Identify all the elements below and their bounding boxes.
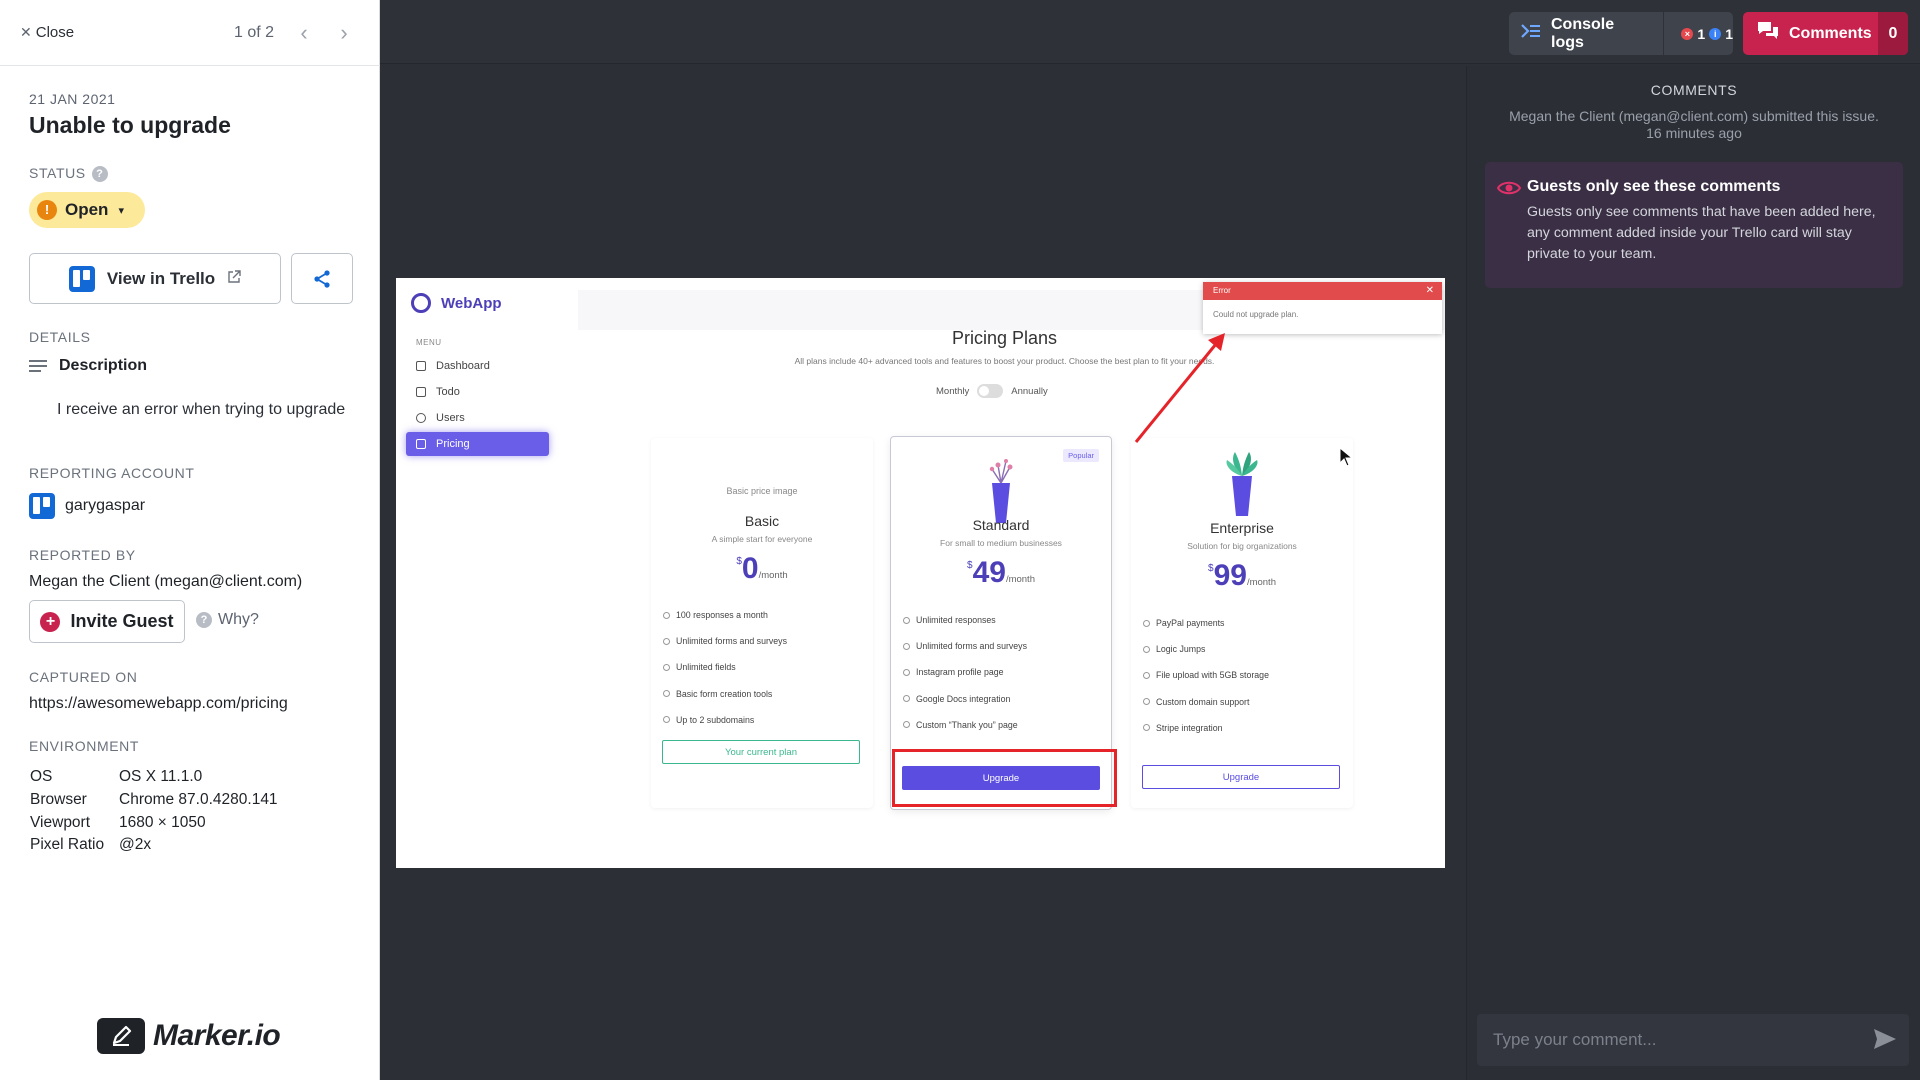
description-header: Description bbox=[29, 357, 147, 375]
guest-notice: Guests only see these comments Guests on… bbox=[1485, 162, 1903, 288]
env-key: OS bbox=[30, 768, 119, 786]
status-dropdown[interactable]: ! Open ▾ bbox=[29, 192, 145, 228]
close-icon: ✕ bbox=[20, 24, 32, 41]
comments-button[interactable]: Comments 0 bbox=[1743, 12, 1908, 55]
info-icon: i bbox=[1709, 28, 1721, 40]
chevron-left-icon[interactable]: ‹ bbox=[292, 20, 316, 46]
env-value: OS X 11.1.0 bbox=[119, 768, 202, 786]
close-label: Close bbox=[36, 24, 74, 41]
reported-by-label: REPORTED BY bbox=[29, 547, 136, 563]
brand-name: Marker.io bbox=[153, 1019, 280, 1053]
description-body: I receive an error when trying to upgrad… bbox=[57, 401, 345, 419]
chevron-down-icon: ▾ bbox=[118, 204, 124, 217]
reporting-account-name: garygaspar bbox=[65, 497, 145, 515]
error-icon: × bbox=[1681, 28, 1693, 40]
chat-bubbles-icon bbox=[1757, 21, 1779, 46]
pager-text: 1 of 2 bbox=[234, 24, 274, 42]
chevron-right-icon[interactable]: › bbox=[332, 20, 356, 46]
invite-guest-button[interactable]: + Invite Guest bbox=[29, 600, 185, 643]
submitted-note: Megan the Client (megan@client.com) subm… bbox=[1507, 108, 1881, 142]
eye-icon bbox=[1497, 180, 1521, 196]
help-icon: ? bbox=[196, 612, 212, 628]
help-icon[interactable]: ? bbox=[92, 166, 108, 182]
trello-icon bbox=[69, 266, 95, 292]
issue-detail-panel: ✕ Close 1 of 2 ‹ › 21 JAN 2021 Unable to… bbox=[0, 0, 380, 1080]
env-value: 1680 × 1050 bbox=[119, 814, 206, 832]
share-icon bbox=[312, 269, 332, 289]
annotation-arrow bbox=[396, 278, 1445, 868]
notice-body: Guests only see comments that have been … bbox=[1527, 202, 1892, 265]
comments-title: COMMENTS bbox=[1467, 82, 1920, 98]
pencil-icon bbox=[97, 1018, 145, 1054]
comments-label: Comments bbox=[1789, 25, 1872, 43]
captured-url[interactable]: https://awesomewebapp.com/pricing bbox=[29, 695, 288, 713]
comments-panel: COMMENTS Megan the Client (megan@client.… bbox=[1466, 66, 1920, 1080]
terminal-icon bbox=[1521, 23, 1541, 44]
console-logs-button[interactable]: Console logs × 1 i1 bbox=[1509, 12, 1733, 55]
close-button[interactable]: ✕ Close bbox=[20, 24, 74, 41]
captured-on-label: CAPTURED ON bbox=[29, 669, 138, 685]
annotated-screenshot: WebApp MENU Dashboard Todo Users Pricing… bbox=[396, 278, 1445, 868]
description-label: Description bbox=[59, 357, 147, 375]
environment-table: OSOS X 11.1.0 BrowserChrome 87.0.4280.14… bbox=[30, 766, 278, 857]
env-value: Chrome 87.0.4280.141 bbox=[119, 791, 278, 809]
mouse-cursor-icon bbox=[1339, 447, 1353, 467]
reporting-account-label: REPORTING ACCOUNT bbox=[29, 465, 195, 481]
invite-guest-label: Invite Guest bbox=[70, 611, 173, 632]
info-count: 1 bbox=[1725, 26, 1733, 42]
env-row: Pixel Ratio@2x bbox=[30, 834, 278, 857]
panel-topbar: ✕ Close 1 of 2 ‹ › bbox=[0, 0, 380, 66]
share-button[interactable] bbox=[291, 253, 353, 304]
details-label: DETAILS bbox=[29, 329, 91, 345]
plus-icon: + bbox=[40, 612, 60, 632]
notice-title: Guests only see these comments bbox=[1527, 178, 1780, 196]
environment-label: ENVIRONMENT bbox=[29, 738, 139, 754]
comments-count-badge: 0 bbox=[1878, 12, 1908, 55]
env-key: Browser bbox=[30, 791, 119, 809]
view-in-trello-button[interactable]: View in Trello bbox=[29, 253, 281, 304]
issue-title: Unable to upgrade bbox=[29, 112, 231, 139]
text-lines-icon bbox=[29, 360, 47, 373]
env-row: OSOS X 11.1.0 bbox=[30, 766, 278, 789]
why-link[interactable]: ? Why? bbox=[196, 611, 259, 629]
console-logs-label: Console logs bbox=[1551, 16, 1643, 52]
status-value: Open bbox=[65, 200, 108, 220]
issue-date: 21 JAN 2021 bbox=[29, 91, 115, 107]
env-row: Viewport1680 × 1050 bbox=[30, 811, 278, 834]
reporting-account: garygaspar bbox=[29, 493, 145, 519]
marker-io-logo: Marker.io bbox=[97, 1018, 280, 1054]
reported-by-value: Megan the Client (megan@client.com) bbox=[29, 573, 302, 591]
env-key: Pixel Ratio bbox=[30, 836, 119, 854]
comment-input[interactable] bbox=[1477, 1014, 1847, 1066]
env-row: BrowserChrome 87.0.4280.141 bbox=[30, 789, 278, 812]
divider bbox=[1663, 12, 1664, 55]
why-label: Why? bbox=[218, 611, 259, 629]
log-counts: × 1 i1 bbox=[1681, 26, 1733, 42]
status-label: STATUS? bbox=[29, 165, 108, 182]
alert-icon: ! bbox=[37, 200, 57, 220]
env-key: Viewport bbox=[30, 814, 119, 832]
trello-icon bbox=[29, 493, 55, 519]
external-link-icon bbox=[227, 270, 241, 288]
comment-input-box bbox=[1477, 1014, 1909, 1066]
error-count: 1 bbox=[1697, 26, 1705, 42]
send-icon[interactable] bbox=[1873, 1028, 1897, 1050]
status-label-text: STATUS bbox=[29, 165, 86, 181]
view-in-trello-label: View in Trello bbox=[107, 269, 215, 289]
env-value: @2x bbox=[119, 836, 151, 854]
